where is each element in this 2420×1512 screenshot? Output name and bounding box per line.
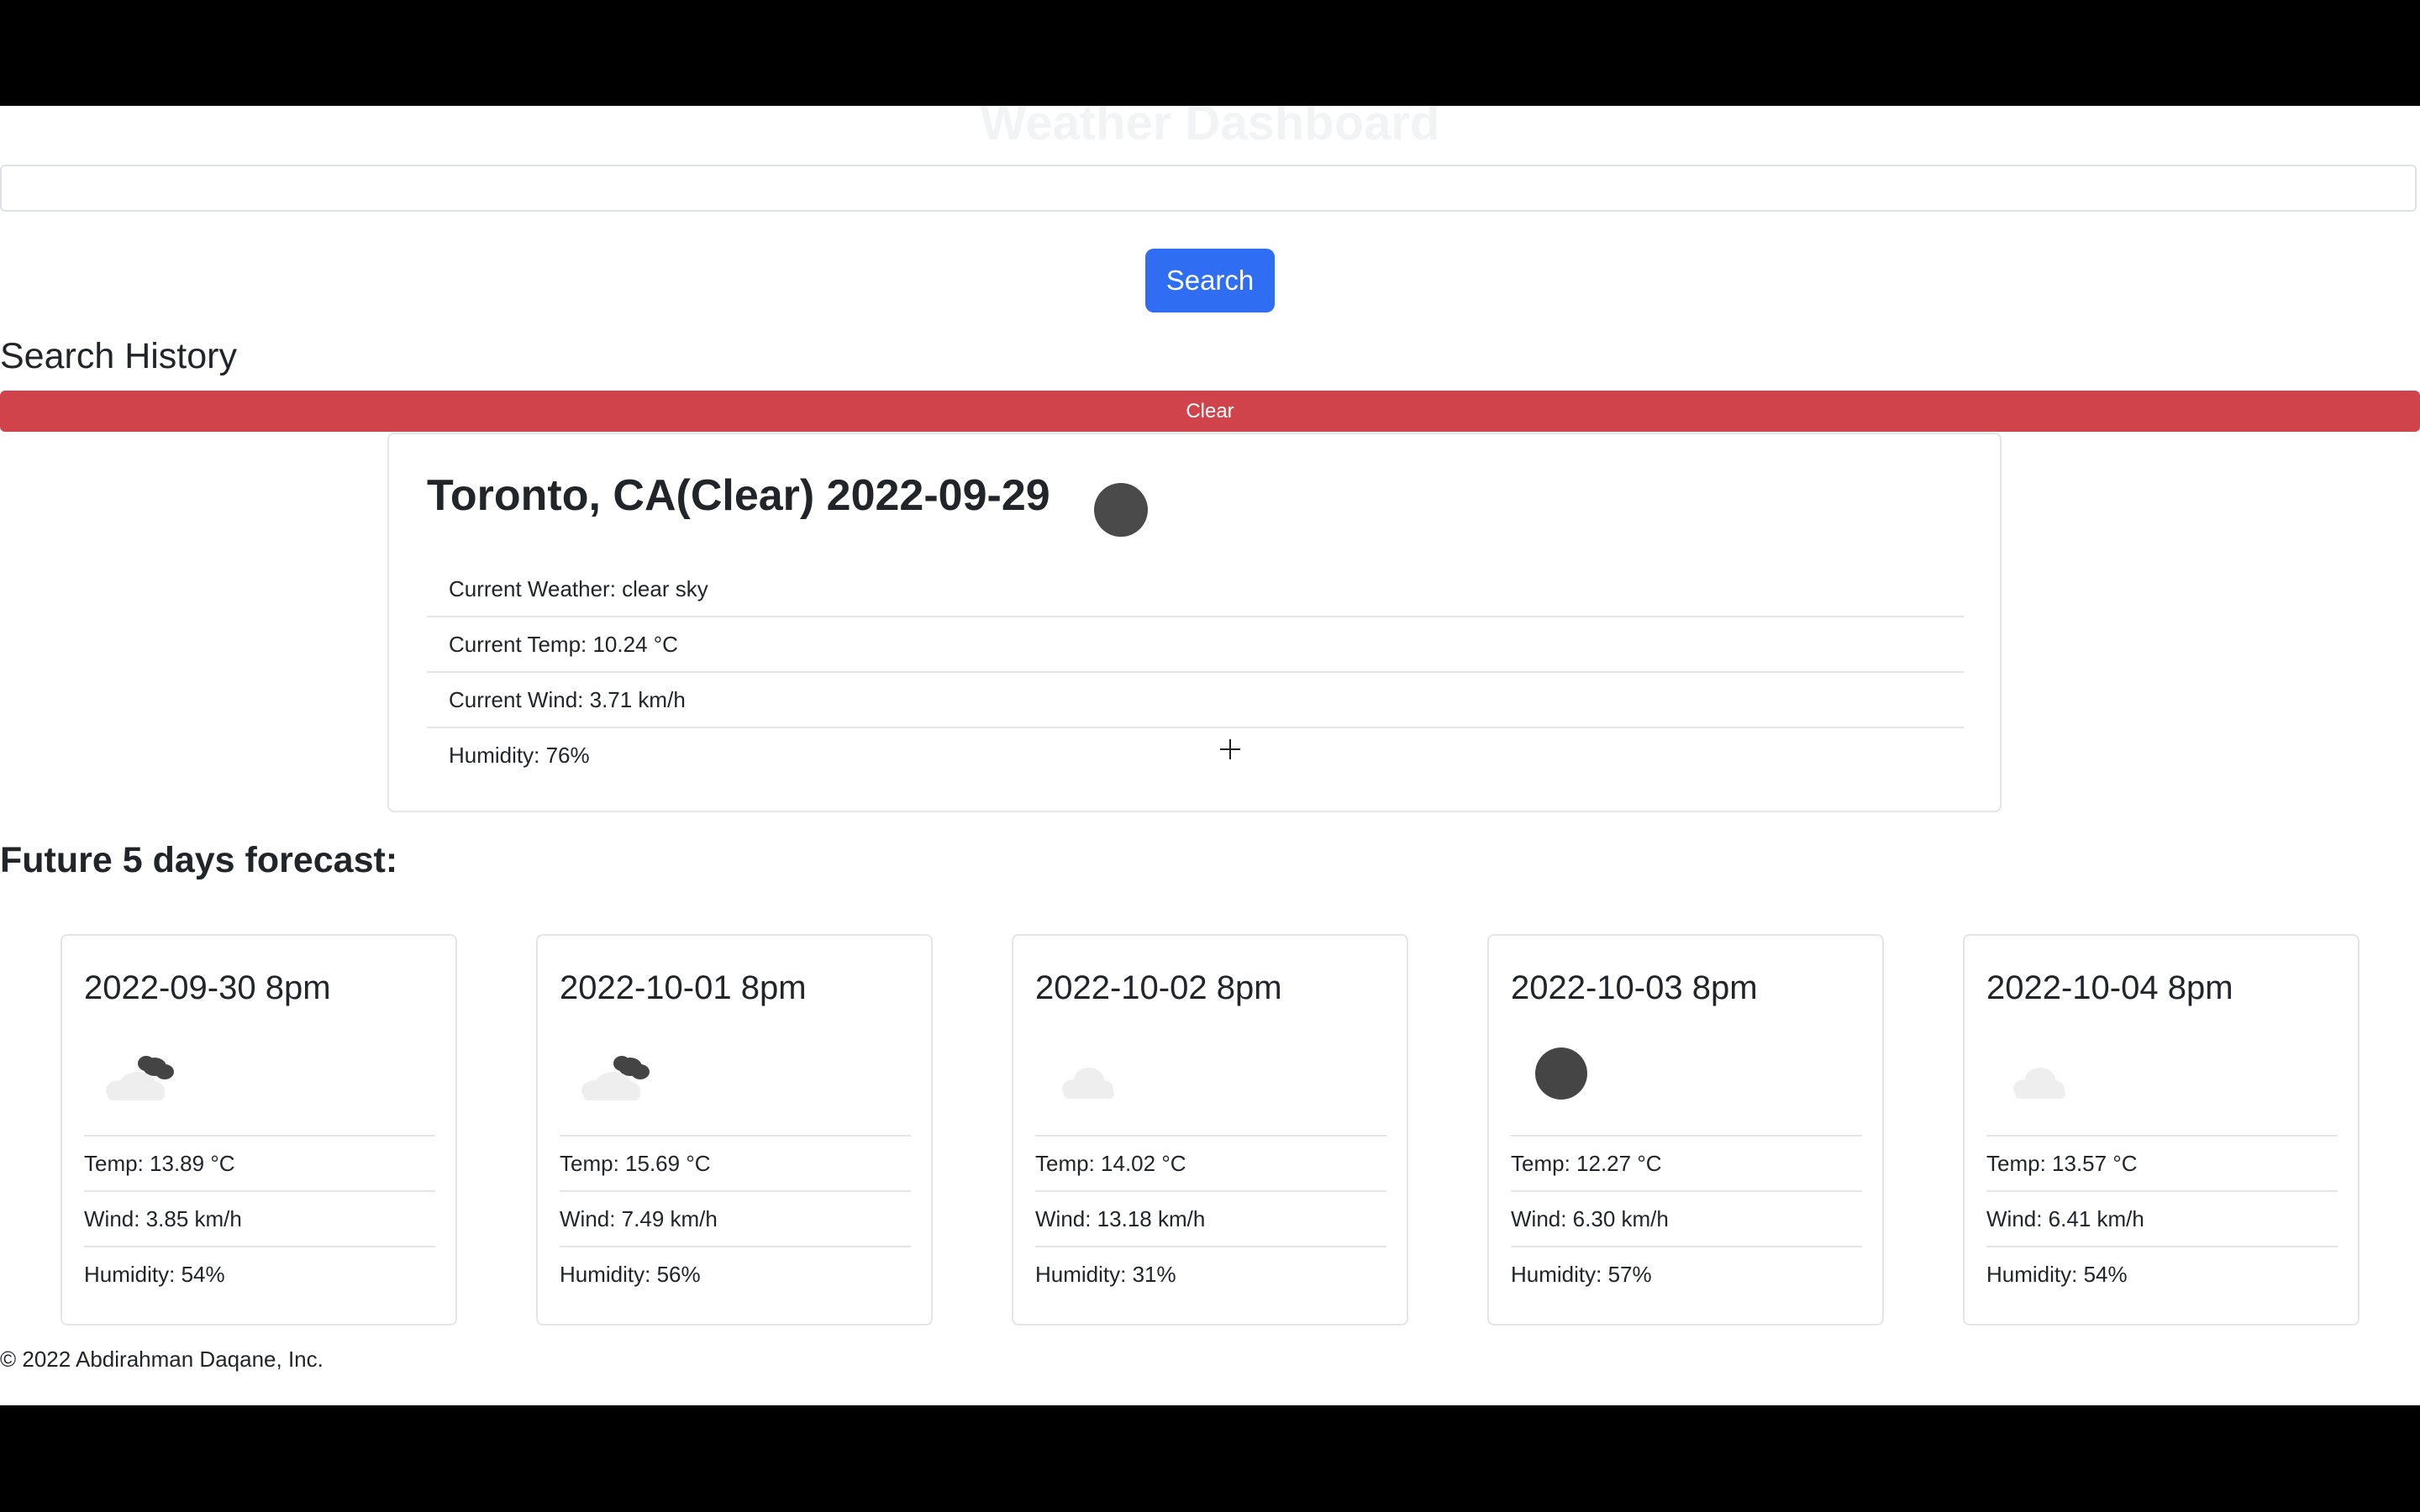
- forecast-humidity: Humidity: 56%: [560, 1246, 911, 1301]
- current-weather-description: Current Weather: clear sky: [427, 562, 1964, 617]
- forecast-wind: Wind: 13.18 km/h: [1035, 1190, 1386, 1246]
- few-clouds-icon: [1062, 1068, 1114, 1099]
- screen-top-letterbox: [0, 0, 2420, 106]
- forecast-card: 2022-10-02 8pm Temp: 14.02 °C Wind: 13.1…: [1012, 934, 1408, 1326]
- forecast-heading: Future 5 days forecast:: [0, 840, 398, 880]
- forecast-details: Temp: 14.02 °C Wind: 13.18 km/h Humidity…: [1035, 1135, 1386, 1301]
- forecast-humidity: Humidity: 57%: [1511, 1246, 1862, 1301]
- clear-history-button[interactable]: Clear: [0, 391, 2420, 432]
- forecast-details: Temp: 13.57 °C Wind: 6.41 km/h Humidity:…: [1986, 1135, 2338, 1301]
- current-temperature: Current Temp: 10.24 °C: [427, 617, 1964, 673]
- forecast-temp: Temp: 15.69 °C: [560, 1135, 911, 1190]
- forecast-humidity: Humidity: 54%: [1986, 1246, 2338, 1301]
- forecast-details: Temp: 15.69 °C Wind: 7.49 km/h Humidity:…: [560, 1135, 911, 1301]
- forecast-temp: Temp: 12.27 °C: [1511, 1135, 1862, 1190]
- forecast-card: 2022-10-03 8pm Temp: 12.27 °C Wind: 6.30…: [1487, 934, 1884, 1326]
- broken-clouds-icon: [106, 1056, 174, 1100]
- forecast-wind: Wind: 3.85 km/h: [84, 1190, 435, 1246]
- clear-sky-icon: [1535, 1047, 1587, 1100]
- forecast-humidity: Humidity: 31%: [1035, 1246, 1386, 1301]
- forecast-wind: Wind: 6.41 km/h: [1986, 1190, 2338, 1246]
- forecast-temp: Temp: 14.02 °C: [1035, 1135, 1386, 1190]
- forecast-card: 2022-10-04 8pm Temp: 13.57 °C Wind: 6.41…: [1963, 934, 2360, 1326]
- forecast-humidity: Humidity: 54%: [84, 1246, 435, 1301]
- forecast-temp: Temp: 13.57 °C: [1986, 1135, 2338, 1190]
- forecast-date: 2022-10-03 8pm: [1511, 969, 1758, 1006]
- page-title: Weather Dashboard: [980, 106, 1440, 150]
- current-wind: Current Wind: 3.71 km/h: [427, 673, 1964, 728]
- current-weather-title: Toronto, CA(Clear) 2022-09-29: [427, 471, 1050, 520]
- current-weather-details: Current Weather: clear sky Current Temp:…: [427, 562, 1964, 782]
- city-search-input[interactable]: [0, 165, 2417, 212]
- forecast-date: 2022-09-30 8pm: [84, 969, 331, 1006]
- footer-copyright: © 2022 Abdirahman Daqane, Inc.: [0, 1347, 324, 1372]
- forecast-date: 2022-10-04 8pm: [1986, 969, 2233, 1006]
- forecast-date: 2022-10-01 8pm: [560, 969, 807, 1006]
- forecast-temp: Temp: 13.89 °C: [84, 1135, 435, 1190]
- forecast-date: 2022-10-02 8pm: [1035, 969, 1282, 1006]
- current-humidity: Humidity: 76%: [449, 743, 590, 768]
- broken-clouds-icon: [581, 1056, 650, 1100]
- forecast-card: 2022-09-30 8pm Temp: 13.89 °C Wind: 3.85…: [60, 934, 457, 1326]
- search-button[interactable]: Search: [1145, 249, 1275, 312]
- screen-bottom-letterbox: [0, 1405, 2420, 1512]
- weather-page: Weather Dashboard Search Search History …: [0, 106, 2420, 1405]
- forecast-details: Temp: 12.27 °C Wind: 6.30 km/h Humidity:…: [1511, 1135, 1862, 1301]
- few-clouds-icon: [2013, 1068, 2065, 1099]
- clear-sky-icon: [1094, 483, 1148, 537]
- forecast-details: Temp: 13.89 °C Wind: 3.85 km/h Humidity:…: [84, 1135, 435, 1301]
- current-weather-card: Toronto, CA(Clear) 2022-09-29 Current We…: [387, 433, 2002, 812]
- forecast-card: 2022-10-01 8pm Temp: 15.69 °C Wind: 7.49…: [536, 934, 933, 1326]
- crosshair-cursor-icon: [1220, 739, 1240, 759]
- forecast-wind: Wind: 6.30 km/h: [1511, 1190, 1862, 1246]
- forecast-wind: Wind: 7.49 km/h: [560, 1190, 911, 1246]
- search-history-heading: Search History: [0, 336, 237, 376]
